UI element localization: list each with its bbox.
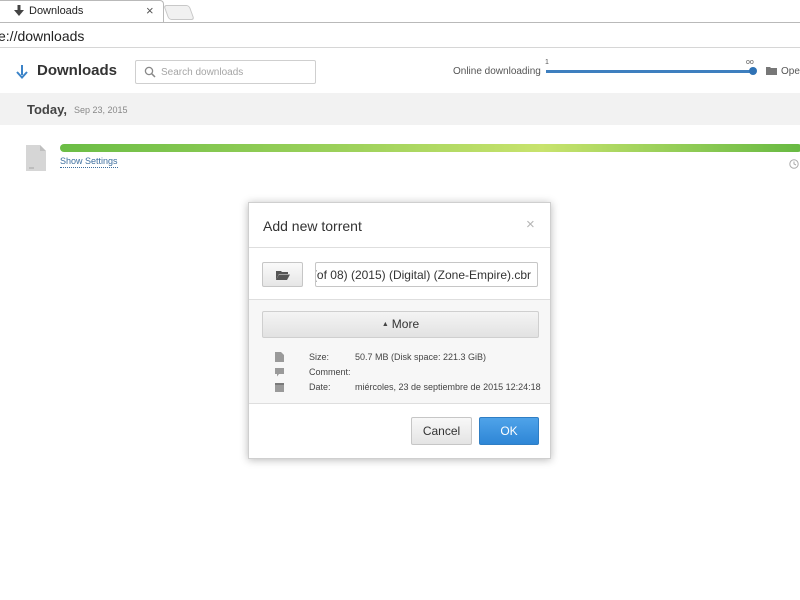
download-item: Show Settings xyxy=(0,125,800,185)
address-bar[interactable]: e://downloads xyxy=(0,22,800,48)
info-key: Date: xyxy=(309,382,331,392)
comment-icon xyxy=(275,368,284,377)
more-button-label: More xyxy=(391,317,420,331)
info-row-size: Size: 50.7 MB (Disk space: 221.3 GiB) xyxy=(249,351,550,366)
search-box[interactable] xyxy=(135,60,316,84)
tab-title: Downloads xyxy=(29,5,84,17)
info-value: miércoles, 23 de septiembre de 2015 12:2… xyxy=(355,382,541,392)
slider-max-label: oo xyxy=(746,59,754,66)
tab-strip: Downloads × xyxy=(0,0,800,22)
close-icon[interactable]: × xyxy=(526,216,535,233)
calendar-icon xyxy=(275,383,284,392)
online-downloading-label: Online downloading xyxy=(453,66,541,77)
caret-up-icon: ▲ xyxy=(381,321,389,328)
search-icon xyxy=(144,66,156,78)
clock-icon xyxy=(789,159,799,169)
dialog-details: ▲ More Size: 50.7 MB (Disk space: 221.3 G… xyxy=(249,300,550,404)
tab-close-icon[interactable]: × xyxy=(146,4,154,18)
open-folder-link[interactable]: Ope xyxy=(781,66,800,77)
info-row-comment: Comment: xyxy=(249,366,550,381)
torrent-filename: (of 08) (2015) (Digital) (Zone-Empire).c… xyxy=(315,268,531,282)
dialog-footer: Cancel OK xyxy=(249,404,550,458)
new-tab-button[interactable] xyxy=(163,5,195,20)
date-group-label: Today, xyxy=(27,102,67,117)
search-input[interactable] xyxy=(161,64,311,80)
download-progress-bar xyxy=(60,144,800,152)
file-select-row: (of 08) (2015) (Digital) (Zone-Empire).c… xyxy=(249,248,550,300)
torrent-filename-field[interactable]: (of 08) (2015) (Digital) (Zone-Empire).c… xyxy=(315,262,538,287)
folder-icon[interactable] xyxy=(766,66,777,75)
more-button[interactable]: ▲ More xyxy=(262,311,539,338)
info-key: Comment: xyxy=(309,367,351,377)
tab-downloads[interactable]: Downloads × xyxy=(0,0,164,22)
dialog-title: Add new torrent xyxy=(263,218,362,234)
date-group-header: Today, Sep 23, 2015 xyxy=(0,93,800,125)
file-icon xyxy=(26,145,46,171)
slider-thumb[interactable] xyxy=(749,67,757,75)
info-value: 50.7 MB (Disk space: 221.3 GiB) xyxy=(355,352,487,362)
folder-open-icon xyxy=(276,271,290,280)
ok-button[interactable]: OK xyxy=(479,417,539,445)
show-settings-link[interactable]: Show Settings xyxy=(60,156,118,168)
downloads-header: Downloads Online downloading 1 oo Ope xyxy=(0,49,800,93)
download-arrow-icon xyxy=(14,5,24,16)
date-group-date: Sep 23, 2015 xyxy=(74,105,128,115)
download-arrow-icon xyxy=(16,65,28,79)
add-torrent-dialog: Add new torrent × (of 08) (2015) (Digita… xyxy=(248,202,551,459)
browse-folder-button[interactable] xyxy=(262,262,303,287)
file-icon xyxy=(275,352,284,362)
slider-fill xyxy=(546,70,753,73)
address-url[interactable]: e://downloads xyxy=(0,28,84,44)
info-key: Size: xyxy=(309,352,330,362)
page-title: Downloads xyxy=(37,62,118,79)
online-downloading-slider[interactable] xyxy=(546,70,753,73)
slider-min-label: 1 xyxy=(545,59,549,66)
cancel-button[interactable]: Cancel xyxy=(411,417,472,445)
info-row-date: Date: miércoles, 23 de septiembre de 201… xyxy=(249,381,550,396)
dialog-header: Add new torrent × xyxy=(249,203,550,248)
